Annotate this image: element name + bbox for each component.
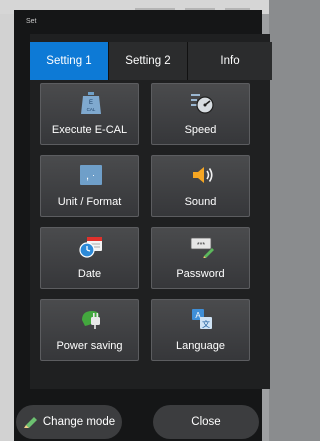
speedometer-icon [191, 94, 214, 114]
speaker-icon [193, 167, 213, 183]
close-label: Close [191, 416, 221, 428]
password-icon: *** [190, 237, 214, 258]
tab-setting-2[interactable]: Setting 2 [109, 42, 188, 80]
power-saving-label: Power saving [56, 340, 123, 352]
execute-ecal-label: Execute E-CAL [51, 124, 128, 136]
sound-label: Sound [184, 196, 217, 208]
unit-format-icon: , · [80, 165, 102, 185]
change-mode-button[interactable]: Change mode [16, 405, 122, 439]
svg-text:·: · [92, 170, 95, 180]
svg-text:CAL: CAL [87, 107, 96, 112]
password-button[interactable]: *** Password [151, 227, 250, 289]
power-saving-button[interactable]: Power saving [40, 299, 139, 361]
unit-format-label: Unit / Format [57, 196, 122, 208]
background-left-strip [0, 14, 14, 441]
settings-dialog: Set Setting 1 Setting 2 Info E CAL Execu… [14, 10, 272, 441]
speed-label: Speed [184, 124, 217, 136]
language-button[interactable]: A 文 Language [151, 299, 250, 361]
tab-setting-1[interactable]: Setting 1 [30, 42, 109, 80]
speed-button[interactable]: Speed [151, 83, 250, 145]
date-button[interactable]: Date [40, 227, 139, 289]
tab-info[interactable]: Info [188, 42, 272, 80]
tab-bar: Setting 1 Setting 2 Info [30, 42, 272, 80]
language-label: Language [176, 340, 225, 352]
svg-text:E: E [89, 100, 93, 106]
language-translate-icon: A 文 [192, 309, 212, 329]
calendar-clock-icon [79, 237, 102, 258]
password-label: Password [176, 268, 225, 280]
pencil-icon [23, 417, 37, 428]
date-label: Date [77, 268, 102, 280]
weight-ecal-icon: E CAL [81, 92, 101, 114]
sound-button[interactable]: Sound [151, 155, 250, 217]
change-mode-label: Change mode [42, 416, 116, 428]
unit-format-button[interactable]: , · Unit / Format [40, 155, 139, 217]
power-plug-icon [82, 311, 100, 329]
dialog-title: Set [26, 18, 37, 25]
execute-ecal-button[interactable]: E CAL Execute E-CAL [40, 83, 139, 145]
svg-text:文: 文 [202, 319, 210, 329]
svg-text:,: , [86, 170, 89, 182]
svg-text:***: *** [197, 242, 205, 249]
close-button[interactable]: Close [153, 405, 259, 439]
